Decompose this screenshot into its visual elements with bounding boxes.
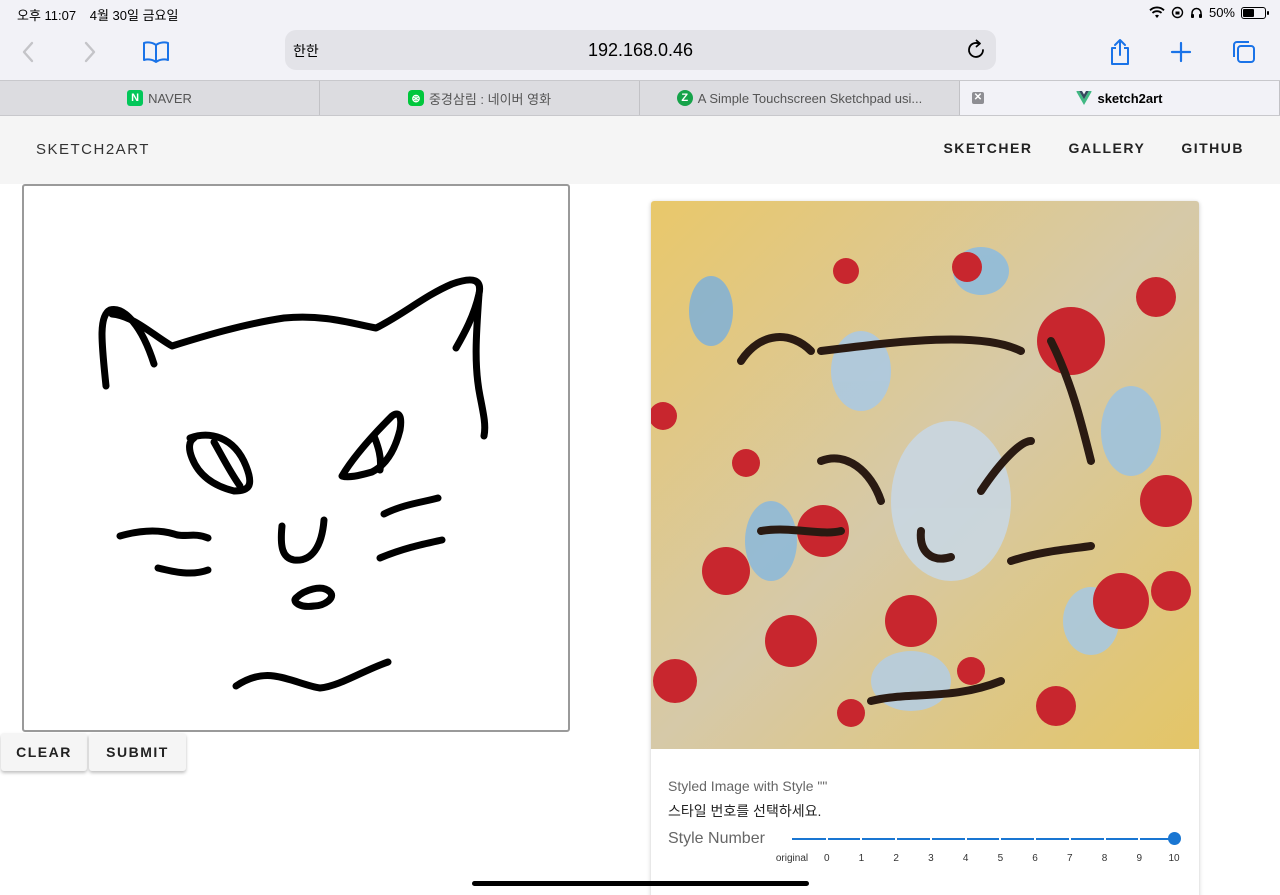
app-header: SKETCH2ART SKETCHER GALLERY GITHUB bbox=[0, 116, 1280, 184]
slider-tick-label: 1 bbox=[858, 853, 865, 864]
url-text: 192.168.0.46 bbox=[587, 40, 694, 60]
slider-tick-label: 3 bbox=[928, 853, 934, 864]
tab-label: A Simple Touchscreen Sketchpad usi... bbox=[697, 90, 923, 106]
battery-percent: 50% bbox=[1208, 5, 1235, 20]
slider-tick bbox=[999, 836, 1002, 842]
app-brand[interactable]: SKETCH2ART bbox=[36, 141, 150, 158]
slider-tick-label: 5 bbox=[997, 853, 1004, 864]
close-tab-icon[interactable]: ✕ bbox=[972, 92, 984, 104]
slider-tick bbox=[1138, 836, 1141, 842]
naver-icon: N bbox=[127, 90, 144, 106]
slider-tick-label: original bbox=[775, 853, 809, 864]
battery-icon bbox=[1241, 6, 1269, 19]
reload-icon[interactable] bbox=[964, 38, 988, 62]
styled-image bbox=[651, 201, 1199, 749]
share-icon[interactable] bbox=[1104, 36, 1136, 68]
clear-button[interactable]: CLEAR bbox=[1, 733, 87, 771]
slider-tick bbox=[964, 836, 967, 842]
slider-tick bbox=[1103, 836, 1106, 842]
tab-strip: N NAVER ⊛ 중경삼림 : 네이버 영화 Z A Simple Touch… bbox=[0, 80, 1280, 116]
orientation-lock-icon bbox=[1171, 6, 1184, 19]
status-time: 오후 11:07 bbox=[17, 8, 77, 23]
slider-tick bbox=[929, 836, 932, 842]
nav-sketcher[interactable]: SKETCHER bbox=[943, 140, 1032, 156]
forward-icon[interactable] bbox=[74, 36, 106, 68]
headphones-icon bbox=[1190, 7, 1202, 18]
styled-result-card: Styled Image with Style "" 스타일 번호를 선택하세요… bbox=[651, 201, 1199, 895]
vue-icon bbox=[1076, 91, 1093, 105]
address-bar[interactable]: 한한 192.168.0.46 bbox=[285, 30, 996, 70]
slider-tick-label: 2 bbox=[893, 853, 899, 864]
slider-tick-label: 10 bbox=[1168, 853, 1180, 864]
browser-toolbar: 한한 192.168.0.46 bbox=[0, 26, 1280, 80]
back-icon[interactable] bbox=[12, 36, 44, 68]
slider-tick-label: 4 bbox=[962, 853, 969, 864]
tab-label: sketch2art bbox=[1097, 90, 1163, 106]
battery-fill bbox=[1243, 8, 1254, 17]
status-bar: 오후 11:07 4월 30일 금요일 50% bbox=[0, 0, 1280, 26]
new-tab-icon[interactable] bbox=[1165, 36, 1197, 68]
style-number-label: Style Number bbox=[668, 830, 765, 847]
slider-tick bbox=[825, 836, 828, 842]
styled-image-caption: Styled Image with Style "" bbox=[668, 778, 828, 794]
nav-github[interactable]: GITHUB bbox=[1181, 140, 1244, 156]
slider-tick-label: 0 bbox=[823, 853, 830, 864]
bookmarks-icon[interactable] bbox=[140, 36, 172, 68]
nav-gallery[interactable]: GALLERY bbox=[1068, 140, 1145, 156]
slider-tick bbox=[895, 836, 898, 842]
cat-sketch-drawing bbox=[98, 276, 489, 692]
naver-movie-icon: ⊛ bbox=[407, 90, 424, 106]
status-date: 4월 30일 금요일 bbox=[89, 8, 179, 23]
tab-label: 중경삼림 : 네이버 영화 bbox=[428, 91, 552, 107]
sketch-canvas[interactable] bbox=[22, 184, 570, 732]
style-instruction: 스타일 번호를 선택하세요. bbox=[668, 803, 822, 819]
slider-tick bbox=[1034, 836, 1037, 842]
wifi-icon bbox=[1149, 6, 1165, 18]
slider-tick bbox=[1068, 836, 1071, 842]
tab-naver-movie[interactable]: ⊛ 중경삼림 : 네이버 영화 bbox=[320, 81, 640, 115]
tab-label: NAVER bbox=[148, 90, 192, 106]
slider-tick-label: 9 bbox=[1136, 853, 1143, 864]
slider-tick-label: 7 bbox=[1067, 853, 1073, 864]
main-nav: SKETCHER GALLERY GITHUB bbox=[943, 140, 1244, 156]
submit-button[interactable]: SUBMIT bbox=[89, 733, 186, 771]
style-number-slider[interactable] bbox=[792, 836, 1174, 842]
home-indicator bbox=[472, 881, 809, 886]
tab-sketchpad[interactable]: Z A Simple Touchscreen Sketchpad usi... bbox=[640, 81, 960, 115]
slider-tick bbox=[860, 836, 863, 842]
tab-naver[interactable]: N NAVER bbox=[0, 81, 320, 115]
tab-sketch2art[interactable]: ✕ sketch2art bbox=[960, 81, 1280, 115]
slider-tick-label: 6 bbox=[1032, 853, 1038, 864]
z-icon: Z bbox=[676, 90, 693, 106]
style-slider-thumb[interactable] bbox=[1168, 832, 1181, 845]
slider-tick-label: 8 bbox=[1101, 853, 1108, 864]
tabs-overview-icon[interactable] bbox=[1228, 36, 1260, 68]
